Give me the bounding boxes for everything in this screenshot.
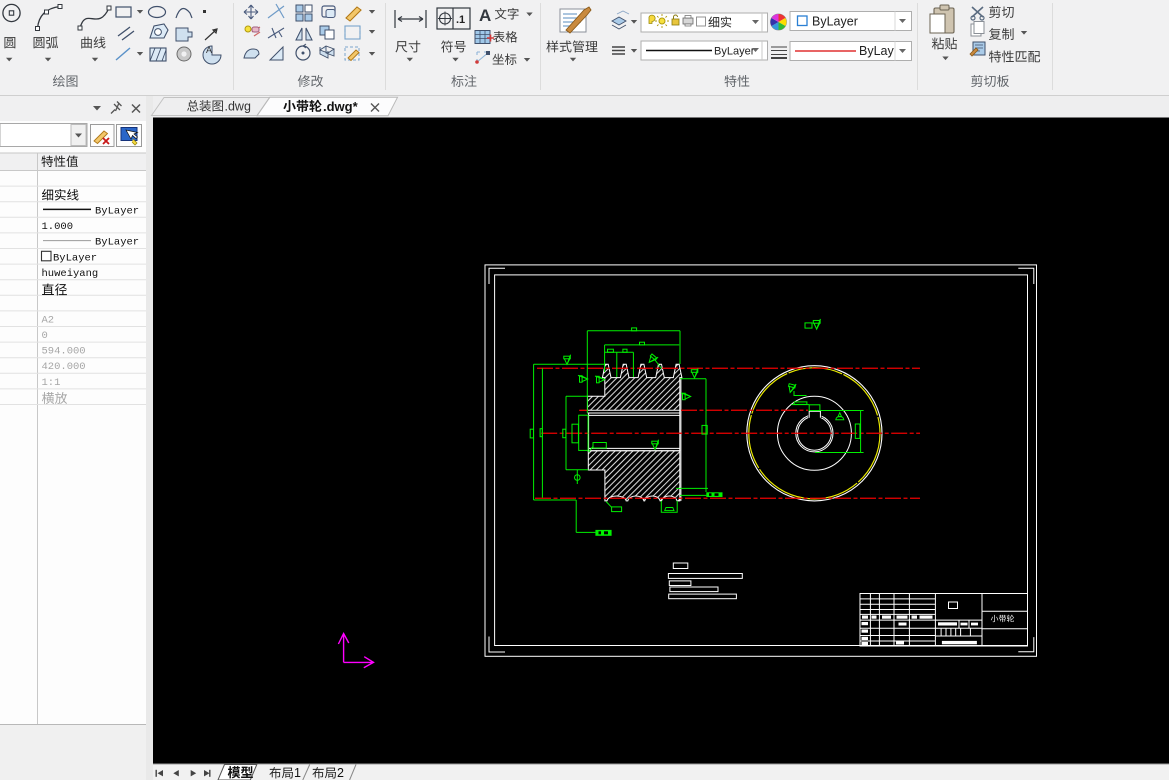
svg-text:ByLayer: ByLayer [812, 15, 858, 29]
svg-text:A: A [206, 45, 212, 55]
svg-text:2: 2 [337, 766, 344, 780]
svg-text:ByLayer: ByLayer [95, 206, 139, 218]
svg-text:A2: A2 [42, 315, 55, 327]
svg-text:1:1: 1:1 [42, 377, 61, 389]
svg-text:A: A [479, 6, 491, 25]
svg-text:594.000: 594.000 [42, 346, 86, 358]
svg-text:ByLayer: ByLayer [53, 252, 97, 264]
svg-text:1: 1 [294, 766, 301, 780]
svg-text:.dwg*: .dwg* [323, 99, 359, 114]
svg-text:.1: .1 [456, 14, 465, 26]
svg-text:420.000: 420.000 [42, 361, 86, 373]
svg-text:ByLayer: ByLayer [95, 237, 139, 249]
svg-text:ByLay: ByLay [859, 44, 894, 58]
svg-text:0: 0 [42, 330, 48, 342]
svg-text:.dwg: .dwg [225, 100, 251, 114]
svg-text:ByLayer: ByLayer [714, 46, 755, 58]
svg-text:huweiyang: huweiyang [42, 268, 99, 280]
svg-text:1.000: 1.000 [42, 221, 74, 233]
